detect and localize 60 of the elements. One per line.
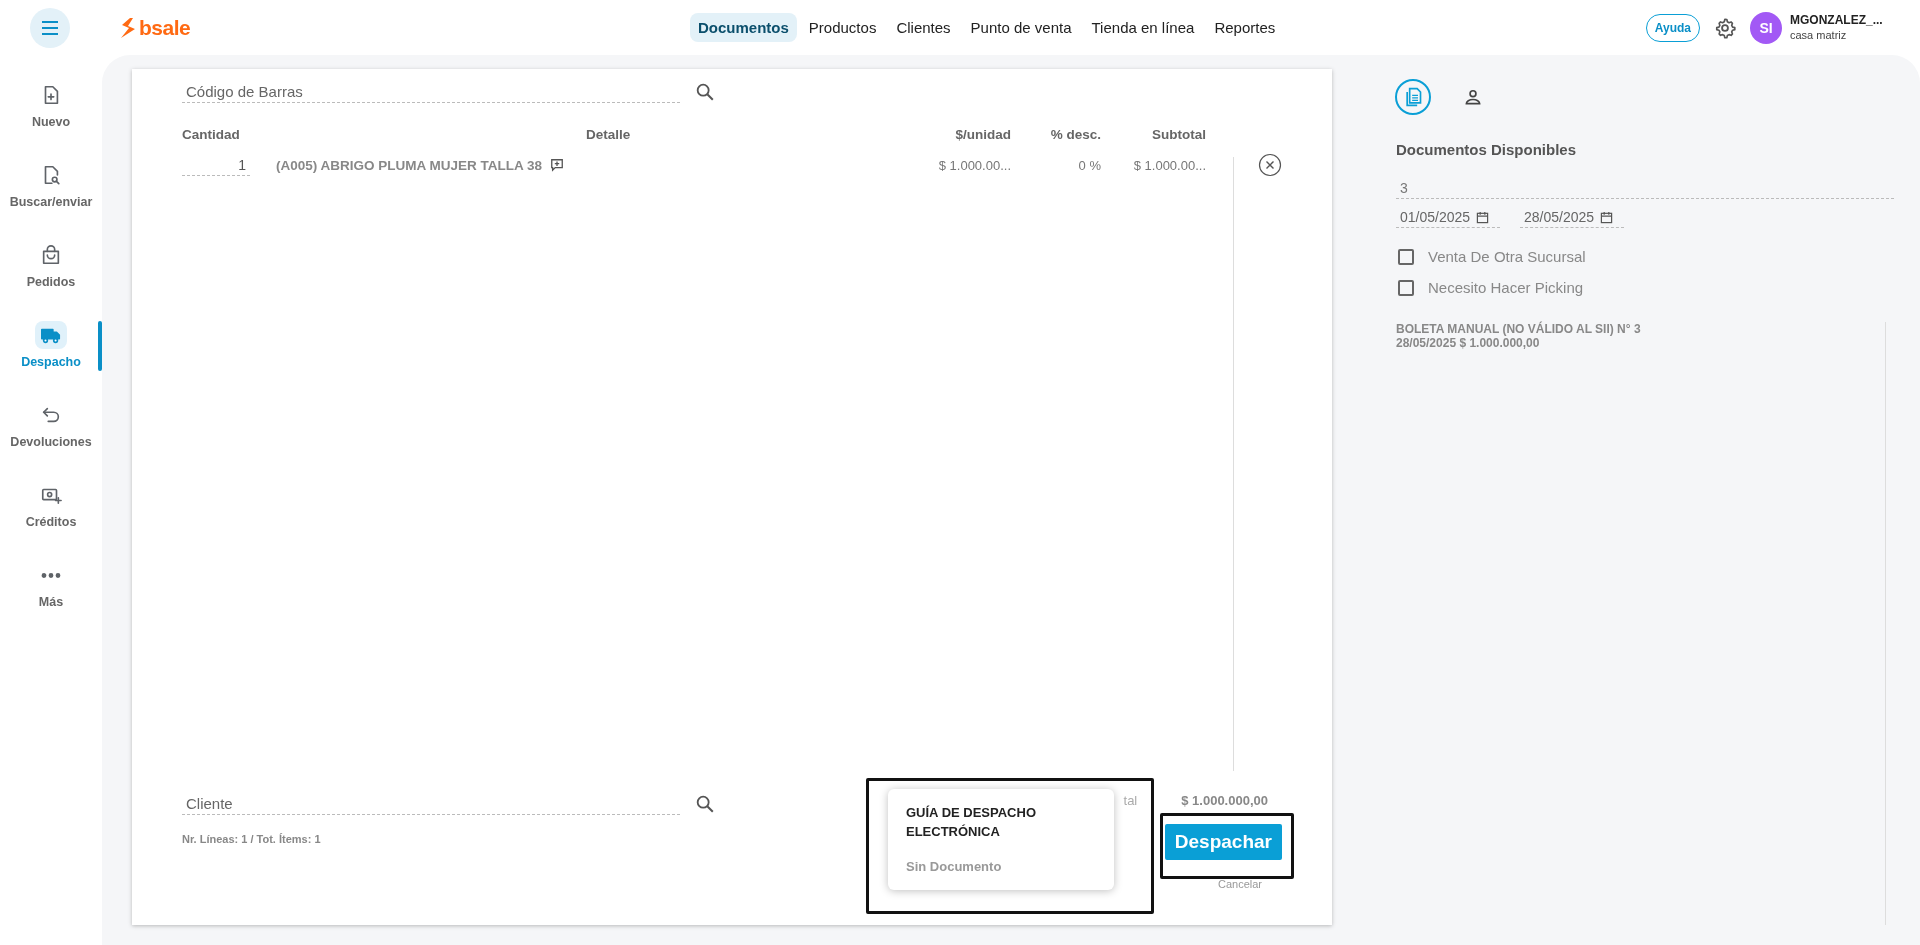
barcode-field[interactable]: Código de Barras [182,81,680,103]
menu-item[interactable]: GUÍA DE DESPACHO ELECTRÓNICA [906,803,1096,841]
documents-icon [1403,87,1423,107]
summary-text: Nr. Líneas: 1 / Tot. Ítems: 1 [182,833,322,845]
search-icon[interactable] [694,793,716,815]
sidebar-item[interactable]: Nuevo [0,81,102,131]
menu-icon [41,20,59,35]
sidebar-item[interactable]: Devoluciones [0,401,102,451]
nav-tab[interactable]: Punto de venta [962,13,1080,42]
documents-tab[interactable] [1395,79,1431,115]
menu-button[interactable] [30,7,70,48]
sidebar-item[interactable]: Despacho [0,321,102,371]
date-to-field[interactable]: 28/05/2025 [1520,207,1624,228]
panel-title: Documentos Disponibles [1396,141,1578,158]
shopping-bag-icon [40,244,62,266]
discount: 0 % [1077,157,1101,173]
date-from-field[interactable]: 01/05/2025 [1396,207,1500,228]
subtotal: $ 1.000.00... [1132,157,1206,173]
column-header: Subtotal [1151,126,1206,142]
user-avatar[interactable]: SI [1750,11,1782,44]
sidebar-item[interactable]: Créditos [0,481,102,531]
column-header: $/unidad [954,126,1011,142]
dispatch-button[interactable]: Despachar [1164,824,1282,860]
sidebar-item[interactable]: Pedidos [0,241,102,291]
client-field[interactable]: Cliente [182,793,680,815]
column-header: % desc. [1049,126,1101,142]
unit-price: $ 1.000.00... [937,157,1011,173]
calendar-icon[interactable] [1476,210,1490,224]
quantity-field[interactable]: 1 [182,154,250,176]
nav-tab[interactable]: Clientes [888,13,959,42]
column-header: Detalle [585,126,632,142]
document-detail: 28/05/2025 $ 1.000.000,00 [1396,336,1541,350]
calendar-icon[interactable] [1600,210,1614,224]
cancel-link[interactable]: Cancelar [1217,878,1262,890]
document-number-field[interactable]: 3 [1396,178,1894,199]
checkbox[interactable] [1398,279,1414,296]
document-title[interactable]: BOLETA MANUAL (NO VÁLIDO AL SII) N° 3 [1396,322,1885,336]
checkbox[interactable] [1398,248,1414,265]
branch-name: casa matriz [1790,27,1848,43]
sidebar-item[interactable]: Buscar/enviar [0,161,102,211]
checkbox-label: Necesito Hacer Picking [1428,279,1584,296]
nav-tab[interactable]: Tienda en línea [1083,13,1203,42]
checkbox-label: Venta De Otra Sucursal [1428,248,1586,265]
remove-icon[interactable] [1258,153,1282,177]
nav-tab[interactable]: Productos [800,13,885,42]
sidebar-item[interactable]: Más [0,561,102,611]
search-icon[interactable] [694,81,716,103]
nav-tab[interactable]: Reportes [1206,13,1284,42]
column-header: Cantidad [182,126,241,142]
item-detail: (A005) ABRIGO PLUMA MUJER TALLA 38 [276,157,543,173]
total-amount: $ 1.000.000,00 [1181,793,1268,808]
logo-icon [120,17,136,38]
more-dots-icon [41,572,61,578]
total-label: tal [1123,793,1138,808]
settings-icon[interactable] [1714,16,1736,39]
help-button[interactable]: Ayuda [1645,13,1700,42]
person-icon [1463,87,1483,107]
nav-tab[interactable]: Documentos [690,13,797,42]
user-name: MGONZALEZ_... [1790,12,1884,28]
comment-add-icon[interactable] [550,158,565,172]
